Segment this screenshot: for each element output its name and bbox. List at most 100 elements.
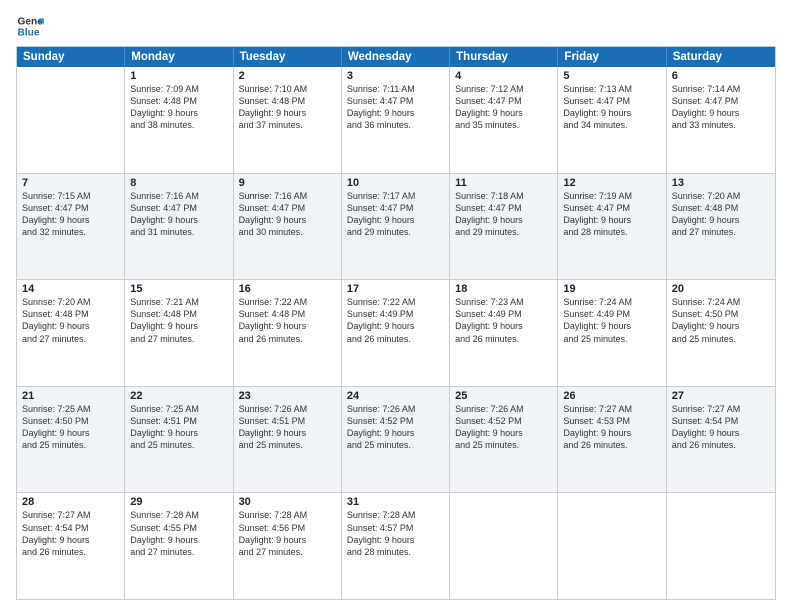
cell-line: Sunrise: 7:23 AM	[455, 296, 552, 308]
header-cell-thursday: Thursday	[450, 47, 558, 67]
cell-line: Sunrise: 7:28 AM	[239, 509, 336, 521]
cal-cell	[667, 493, 775, 599]
calendar-row-4: 28Sunrise: 7:27 AMSunset: 4:54 PMDayligh…	[17, 492, 775, 599]
cell-line: Sunset: 4:55 PM	[130, 522, 227, 534]
cell-line: and 33 minutes.	[672, 119, 770, 131]
cell-line: Sunrise: 7:12 AM	[455, 83, 552, 95]
cal-cell: 8Sunrise: 7:16 AMSunset: 4:47 PMDaylight…	[125, 174, 233, 280]
calendar-row-3: 21Sunrise: 7:25 AMSunset: 4:50 PMDayligh…	[17, 386, 775, 493]
day-number: 27	[672, 390, 770, 402]
cell-line: Sunset: 4:47 PM	[347, 95, 444, 107]
cell-line: Sunset: 4:47 PM	[347, 202, 444, 214]
day-number: 9	[239, 177, 336, 189]
day-number: 20	[672, 283, 770, 295]
cell-line: and 25 minutes.	[672, 333, 770, 345]
cell-line: Daylight: 9 hours	[130, 320, 227, 332]
cell-line: Sunset: 4:53 PM	[563, 415, 660, 427]
calendar-row-0: 1Sunrise: 7:09 AMSunset: 4:48 PMDaylight…	[17, 67, 775, 173]
cell-line: Daylight: 9 hours	[130, 214, 227, 226]
cal-cell: 15Sunrise: 7:21 AMSunset: 4:48 PMDayligh…	[125, 280, 233, 386]
cal-cell: 18Sunrise: 7:23 AMSunset: 4:49 PMDayligh…	[450, 280, 558, 386]
cell-line: Daylight: 9 hours	[563, 214, 660, 226]
cell-line: Sunrise: 7:24 AM	[563, 296, 660, 308]
cell-line: Sunrise: 7:28 AM	[130, 509, 227, 521]
calendar-header: SundayMondayTuesdayWednesdayThursdayFrid…	[17, 47, 775, 67]
header-cell-tuesday: Tuesday	[234, 47, 342, 67]
cell-line: Sunrise: 7:22 AM	[347, 296, 444, 308]
cell-line: Sunrise: 7:27 AM	[672, 403, 770, 415]
calendar: SundayMondayTuesdayWednesdayThursdayFrid…	[16, 46, 776, 600]
day-number: 2	[239, 70, 336, 82]
logo-icon: General Blue	[16, 12, 44, 40]
cell-line: Daylight: 9 hours	[347, 214, 444, 226]
cell-line: and 26 minutes.	[455, 333, 552, 345]
header-cell-saturday: Saturday	[667, 47, 775, 67]
page: General Blue SundayMondayTuesdayWednesda…	[0, 0, 792, 612]
cell-line: Daylight: 9 hours	[130, 427, 227, 439]
day-number: 17	[347, 283, 444, 295]
day-number: 28	[22, 496, 119, 508]
header-cell-sunday: Sunday	[17, 47, 125, 67]
cell-line: Sunset: 4:47 PM	[130, 202, 227, 214]
cell-line: Sunset: 4:47 PM	[672, 95, 770, 107]
cell-line: Sunset: 4:52 PM	[455, 415, 552, 427]
cell-line: and 25 minutes.	[563, 333, 660, 345]
cal-cell: 13Sunrise: 7:20 AMSunset: 4:48 PMDayligh…	[667, 174, 775, 280]
cell-line: Daylight: 9 hours	[347, 107, 444, 119]
day-number: 3	[347, 70, 444, 82]
cell-line: and 26 minutes.	[239, 333, 336, 345]
cell-line: Sunrise: 7:15 AM	[22, 190, 119, 202]
cal-cell: 22Sunrise: 7:25 AMSunset: 4:51 PMDayligh…	[125, 387, 233, 493]
cell-line: Sunset: 4:54 PM	[672, 415, 770, 427]
day-number: 26	[563, 390, 660, 402]
cell-line: and 25 minutes.	[130, 439, 227, 451]
cell-line: Sunset: 4:49 PM	[563, 308, 660, 320]
cell-line: Sunrise: 7:26 AM	[347, 403, 444, 415]
cell-line: Sunset: 4:54 PM	[22, 522, 119, 534]
day-number: 5	[563, 70, 660, 82]
cal-cell: 21Sunrise: 7:25 AMSunset: 4:50 PMDayligh…	[17, 387, 125, 493]
cell-line: and 26 minutes.	[672, 439, 770, 451]
cell-line: and 27 minutes.	[22, 333, 119, 345]
cell-line: Sunrise: 7:19 AM	[563, 190, 660, 202]
day-number: 6	[672, 70, 770, 82]
cell-line: Sunset: 4:56 PM	[239, 522, 336, 534]
cal-cell: 27Sunrise: 7:27 AMSunset: 4:54 PMDayligh…	[667, 387, 775, 493]
cell-line: Sunrise: 7:25 AM	[22, 403, 119, 415]
day-number: 8	[130, 177, 227, 189]
header-cell-friday: Friday	[558, 47, 666, 67]
cell-line: Sunset: 4:51 PM	[239, 415, 336, 427]
cell-line: Daylight: 9 hours	[239, 534, 336, 546]
cell-line: Sunrise: 7:22 AM	[239, 296, 336, 308]
cell-line: Sunrise: 7:25 AM	[130, 403, 227, 415]
cell-line: Daylight: 9 hours	[347, 320, 444, 332]
cell-line: Daylight: 9 hours	[455, 320, 552, 332]
cell-line: Daylight: 9 hours	[455, 107, 552, 119]
cell-line: and 36 minutes.	[347, 119, 444, 131]
cell-line: and 26 minutes.	[22, 546, 119, 558]
day-number: 30	[239, 496, 336, 508]
cell-line: and 25 minutes.	[239, 439, 336, 451]
cal-cell	[558, 493, 666, 599]
cell-line: and 25 minutes.	[22, 439, 119, 451]
cell-line: and 27 minutes.	[672, 226, 770, 238]
cell-line: and 32 minutes.	[22, 226, 119, 238]
day-number: 19	[563, 283, 660, 295]
cell-line: and 34 minutes.	[563, 119, 660, 131]
cell-line: and 27 minutes.	[130, 333, 227, 345]
day-number: 31	[347, 496, 444, 508]
day-number: 11	[455, 177, 552, 189]
cal-cell: 6Sunrise: 7:14 AMSunset: 4:47 PMDaylight…	[667, 67, 775, 173]
day-number: 16	[239, 283, 336, 295]
cell-line: Sunset: 4:52 PM	[347, 415, 444, 427]
cell-line: and 28 minutes.	[563, 226, 660, 238]
day-number: 1	[130, 70, 227, 82]
cell-line: Sunrise: 7:16 AM	[239, 190, 336, 202]
cell-line: Sunrise: 7:26 AM	[239, 403, 336, 415]
cell-line: Sunset: 4:47 PM	[455, 95, 552, 107]
cell-line: Sunrise: 7:13 AM	[563, 83, 660, 95]
cal-cell: 23Sunrise: 7:26 AMSunset: 4:51 PMDayligh…	[234, 387, 342, 493]
cal-cell: 25Sunrise: 7:26 AMSunset: 4:52 PMDayligh…	[450, 387, 558, 493]
cell-line: Daylight: 9 hours	[672, 427, 770, 439]
cell-line: Sunset: 4:47 PM	[563, 95, 660, 107]
